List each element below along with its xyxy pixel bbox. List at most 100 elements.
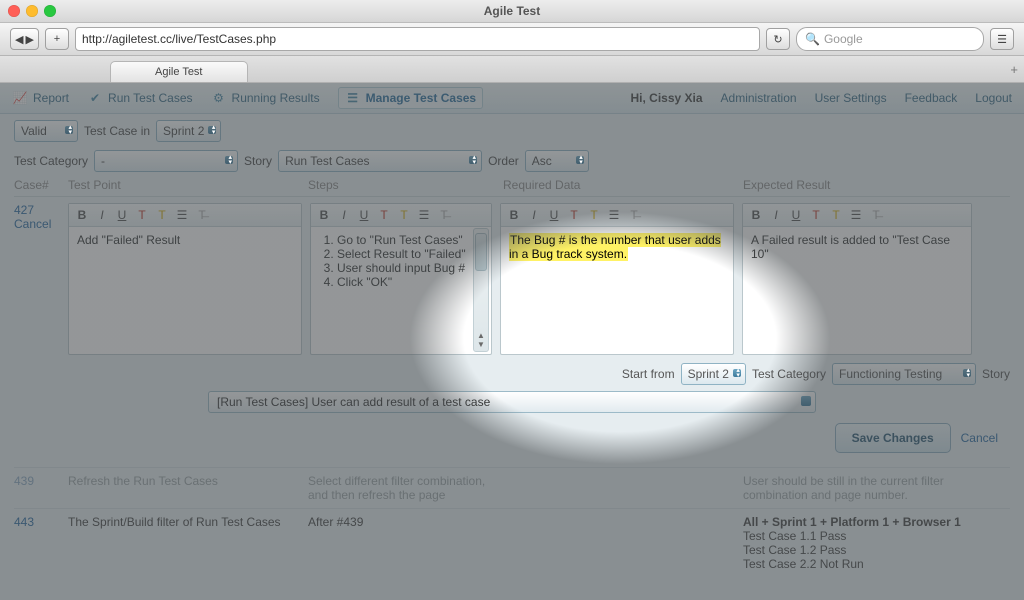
case-id-link[interactable]: 443 — [14, 515, 68, 571]
gear-icon: ⚙ — [211, 90, 227, 106]
browser-search[interactable]: 🔍 Google — [796, 27, 984, 51]
italic-icon[interactable]: I — [527, 208, 541, 222]
editor-body[interactable]: Add "Failed" Result — [69, 227, 301, 253]
cell-required — [503, 474, 743, 502]
underline-icon[interactable]: U — [789, 208, 803, 222]
category-select[interactable]: -▴▾ — [94, 150, 238, 172]
nav-feedback[interactable]: Feedback — [905, 91, 958, 105]
nav-logout[interactable]: Logout — [975, 91, 1012, 105]
list-icon[interactable]: ☰ — [175, 208, 189, 222]
text-color-icon[interactable]: T — [567, 208, 581, 222]
action-row: Save Changes Cancel — [0, 423, 1024, 467]
cell-steps: After #439 — [308, 515, 503, 571]
nav-manage-test-cases[interactable]: ☰Manage Test Cases — [338, 87, 484, 109]
editor-expected[interactable]: B I U T T ☰ T̶ A Failed result is added … — [742, 203, 972, 355]
italic-icon[interactable]: I — [769, 208, 783, 222]
highlight-icon[interactable]: T — [587, 208, 601, 222]
highlight-icon[interactable]: T — [397, 208, 411, 222]
save-button[interactable]: Save Changes — [835, 423, 951, 453]
underline-icon[interactable]: U — [547, 208, 561, 222]
story-row: [Run Test Cases] User can add result of … — [0, 391, 1024, 423]
filter-bar: Valid▴▾ Test Case in Sprint 2▴▾ Test Cat… — [0, 114, 1024, 178]
sprint-select[interactable]: Sprint 2▴▾ — [156, 120, 221, 142]
forward-icon[interactable]: ▶ — [25, 33, 33, 46]
editor-body[interactable]: The Bug # is the number that user adds i… — [501, 227, 733, 267]
clear-format-icon[interactable]: T̶ — [437, 208, 451, 222]
search-icon: 🔍 — [805, 32, 820, 46]
story-long-select[interactable]: [Run Test Cases] User can add result of … — [208, 391, 816, 413]
test-category-select[interactable]: Functioning Testing▴▾ — [832, 363, 976, 385]
label-start-from: Start from — [622, 367, 675, 381]
tab-agile-test[interactable]: Agile Test — [110, 61, 248, 82]
col-case: Case# — [14, 178, 68, 192]
clear-format-icon[interactable]: T̶ — [869, 208, 883, 222]
chart-icon: 📈 — [12, 90, 28, 106]
col-testpoint: Test Point — [68, 178, 308, 192]
clear-format-icon[interactable]: T̶ — [627, 208, 641, 222]
nav-report[interactable]: 📈Report — [12, 90, 69, 106]
highlight-icon[interactable]: T — [155, 208, 169, 222]
nav-running-results[interactable]: ⚙Running Results — [211, 90, 320, 106]
step-item: Select Result to "Failed" — [337, 247, 471, 261]
check-icon: ✔ — [87, 90, 103, 106]
scroll-down-icon[interactable]: ▼ — [477, 340, 485, 349]
label-order: Order — [488, 154, 519, 168]
underline-icon[interactable]: U — [115, 208, 129, 222]
editor-body[interactable]: Go to "Run Test Cases"Select Result to "… — [311, 227, 491, 295]
underline-icon[interactable]: U — [357, 208, 371, 222]
list-icon[interactable]: ☰ — [607, 208, 621, 222]
label-test-category: Test Category — [14, 154, 88, 168]
scrollbar[interactable]: ▲ ▼ — [473, 228, 489, 352]
label-testcase-in: Test Case in — [84, 124, 150, 138]
text-color-icon[interactable]: T — [377, 208, 391, 222]
scrollbar-thumb[interactable] — [475, 233, 487, 271]
cell-expected: User should be still in the current filt… — [743, 474, 978, 502]
bold-icon[interactable]: B — [507, 208, 521, 222]
validity-select[interactable]: Valid▴▾ — [14, 120, 78, 142]
step-item: Click "OK" — [337, 275, 471, 289]
reload-icon[interactable]: ↻ — [766, 28, 790, 50]
italic-icon[interactable]: I — [337, 208, 351, 222]
nav-run-test-cases[interactable]: ✔Run Test Cases — [87, 90, 193, 106]
edit-row-427: 427 Cancel B I U T T ☰ T̶ Add "Failed" R… — [14, 197, 1010, 355]
tab-strip: Agile Test + — [0, 56, 1024, 83]
editor-required-data[interactable]: B I U T T ☰ T̶ The Bug # is the number t… — [500, 203, 734, 355]
table-row[interactable]: 443 The Sprint/Build filter of Run Test … — [14, 508, 1010, 577]
order-select[interactable]: Asc▴▾ — [525, 150, 589, 172]
reader-icon[interactable]: ☰ — [990, 28, 1014, 50]
text-color-icon[interactable]: T — [135, 208, 149, 222]
start-from-select[interactable]: Sprint 2▴▾ — [681, 363, 746, 385]
clear-format-icon[interactable]: T̶ — [195, 208, 209, 222]
bold-icon[interactable]: B — [317, 208, 331, 222]
editor-steps[interactable]: B I U T T ☰ T̶ Go to "Run Test Cases"Sel… — [310, 203, 492, 355]
story-select[interactable]: Run Test Cases▴▾ — [278, 150, 482, 172]
cell-testpoint: The Sprint/Build filter of Run Test Case… — [68, 515, 308, 571]
step-item: Go to "Run Test Cases" — [337, 233, 471, 247]
col-steps: Steps — [308, 178, 503, 192]
nav-back-forward[interactable]: ◀ ▶ — [10, 28, 39, 50]
text-color-icon[interactable]: T — [809, 208, 823, 222]
case-id-link[interactable]: 439 — [14, 474, 68, 502]
cell-required — [503, 515, 743, 571]
editor-body[interactable]: A Failed result is added to "Test Case 1… — [743, 227, 971, 267]
editor-testpoint[interactable]: B I U T T ☰ T̶ Add "Failed" Result — [68, 203, 302, 355]
case-id-link[interactable]: 427 — [14, 203, 60, 217]
scroll-up-icon[interactable]: ▲ — [477, 331, 485, 340]
nav-administration[interactable]: Administration — [721, 91, 797, 105]
url-field[interactable]: http://agiletest.cc/live/TestCases.php — [75, 27, 760, 51]
label-story: Story — [982, 367, 1010, 381]
list-icon[interactable]: ☰ — [417, 208, 431, 222]
nav-user-settings[interactable]: User Settings — [815, 91, 887, 105]
add-bookmark-button[interactable]: + — [45, 28, 69, 50]
bold-icon[interactable]: B — [75, 208, 89, 222]
bold-icon[interactable]: B — [749, 208, 763, 222]
editor-toolbar: B I U T T ☰ T̶ — [501, 204, 733, 227]
back-icon[interactable]: ◀ — [15, 33, 23, 46]
new-tab-icon[interactable]: + — [1010, 62, 1018, 77]
cancel-button[interactable]: Cancel — [961, 431, 998, 445]
cancel-edit-link[interactable]: Cancel — [14, 217, 60, 231]
table-row[interactable]: 439 Refresh the Run Test Cases Select di… — [14, 467, 1010, 508]
highlight-icon[interactable]: T — [829, 208, 843, 222]
italic-icon[interactable]: I — [95, 208, 109, 222]
list-icon[interactable]: ☰ — [849, 208, 863, 222]
